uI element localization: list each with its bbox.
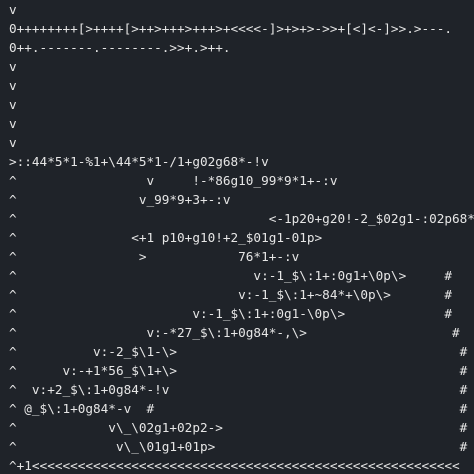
code-line-12: ^ <-1p20+g20!-2_$02g1-:02p68*- bbox=[9, 211, 474, 226]
code-line-7: v bbox=[9, 116, 17, 131]
code-line-9: >::44*5*1-%1+\44*5*1-/1+g02g68*-!v bbox=[9, 154, 269, 169]
code-line-3: 0++.-------.--------.>>+.>++. bbox=[9, 40, 231, 55]
code-line-21: ^ v:+2_$\:1+0g84*-!v # bbox=[9, 382, 468, 397]
code-line-13: ^ <+1 p10+g10!+2_$01g1-01p> bbox=[9, 230, 323, 245]
code-line-5: v bbox=[9, 78, 17, 93]
code-line-18: ^ v:-*27_$\:1+0g84*-,\> # bbox=[9, 325, 460, 340]
code-line-17: ^ v:-1_$\:1+:0g1-\0p\> # bbox=[9, 306, 453, 321]
code-line-14: ^ > 76*1+-:v bbox=[9, 249, 300, 264]
code-line-1: v bbox=[9, 2, 17, 17]
code-line-6: v bbox=[9, 97, 17, 112]
code-line-20: ^ v:-+1*56_$\1+\> # bbox=[9, 363, 468, 378]
code-line-24: ^ v\_\01g1+01p> # bbox=[9, 439, 468, 454]
code-line-22: ^ @_$\:1+0g84*-v # # bbox=[9, 401, 468, 416]
code-line-2: 0++++++++[>++++[>++>+++>+++>+<<<<-]>+>+>… bbox=[9, 21, 453, 36]
code-line-8: v bbox=[9, 135, 17, 150]
code-line-11: ^ v_99*9+3+-:v bbox=[9, 192, 231, 207]
terminal-window[interactable]: v 0++++++++[>++++[>++>+++>+++>+<<<<-]>+>… bbox=[0, 0, 474, 474]
code-line-19: ^ v:-2_$\1-\> # bbox=[9, 344, 468, 359]
code-line-10: ^ v !-*86g10_99*9*1+-:v bbox=[9, 173, 338, 188]
code-line-23: ^ v\_\02g1+02p2-> # bbox=[9, 420, 468, 435]
code-line-4: v bbox=[9, 59, 17, 74]
code-line-25: ^+1<<<<<<<<<<<<<<<<<<<<<<<<<<<<<<<<<<<<<… bbox=[9, 458, 460, 473]
code-line-16: ^ v:-1_$\:1+~84*+\0p\> # bbox=[9, 287, 453, 302]
code-line-15: ^ v:-1_$\:1+:0g1+\0p\> # bbox=[9, 268, 453, 283]
